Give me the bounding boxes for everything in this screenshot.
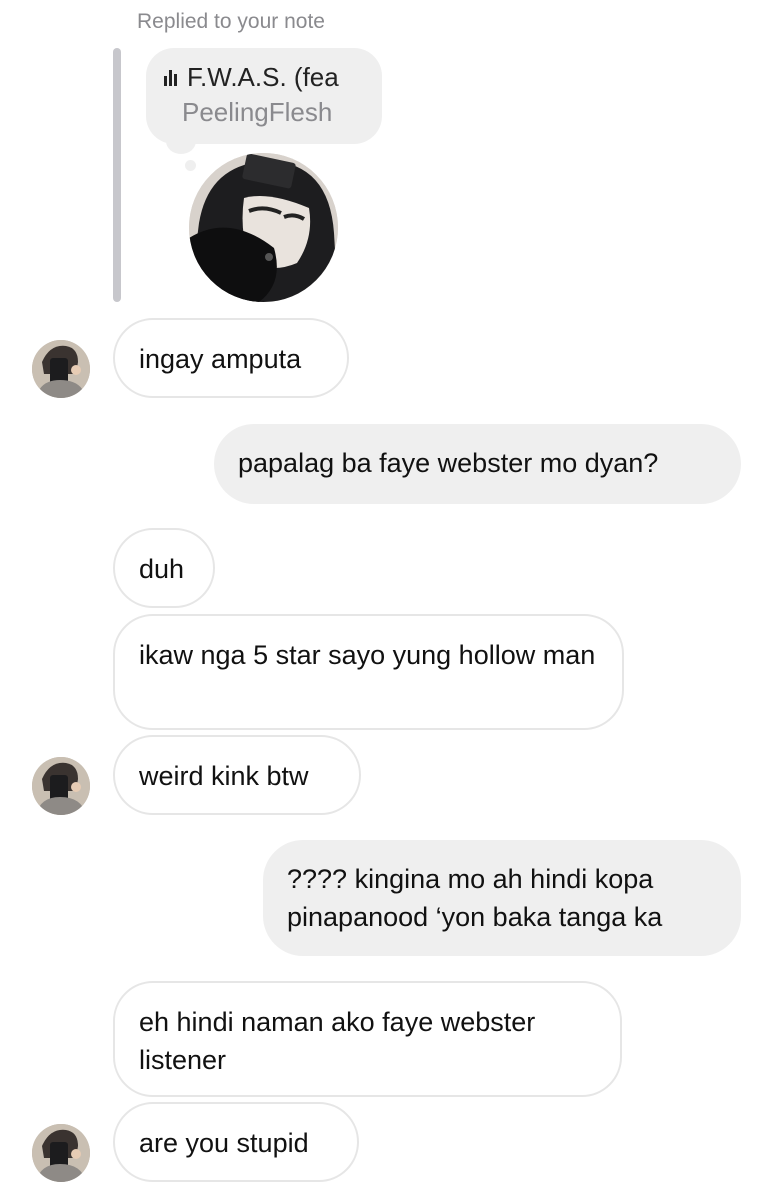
outgoing-message[interactable]: papalag ba faye webster mo dyan? [214, 424, 741, 504]
incoming-message[interactable]: ingay amputa [113, 318, 349, 398]
incoming-message[interactable]: ikaw nga 5 star sayo yung hollow man [113, 614, 624, 730]
sender-avatar[interactable] [32, 1124, 90, 1182]
note-author-avatar[interactable] [189, 153, 338, 302]
note-artist: PeelingFlesh [182, 97, 333, 127]
reply-context-label: Replied to your note [137, 10, 325, 33]
sender-avatar[interactable] [32, 757, 90, 815]
note-song-title: F.W.A.S. (fea [187, 62, 339, 92]
reply-quote-bar [113, 48, 121, 302]
incoming-message[interactable]: eh hindi naman ako faye webster listener [113, 981, 622, 1097]
note-bubble-tail [166, 128, 196, 154]
incoming-message[interactable]: duh [113, 528, 215, 608]
note-song-row: F.W.A.S. (fea [164, 62, 364, 93]
incoming-message[interactable]: are you stupid [113, 1102, 359, 1182]
incoming-message[interactable]: weird kink btw [113, 735, 361, 815]
audio-equalizer-icon [164, 69, 177, 86]
sender-avatar[interactable] [32, 340, 90, 398]
note-bubble-tail-dot [185, 160, 196, 171]
outgoing-message[interactable]: ???? kingina mo ah hindi kopa pinapanood… [263, 840, 741, 956]
